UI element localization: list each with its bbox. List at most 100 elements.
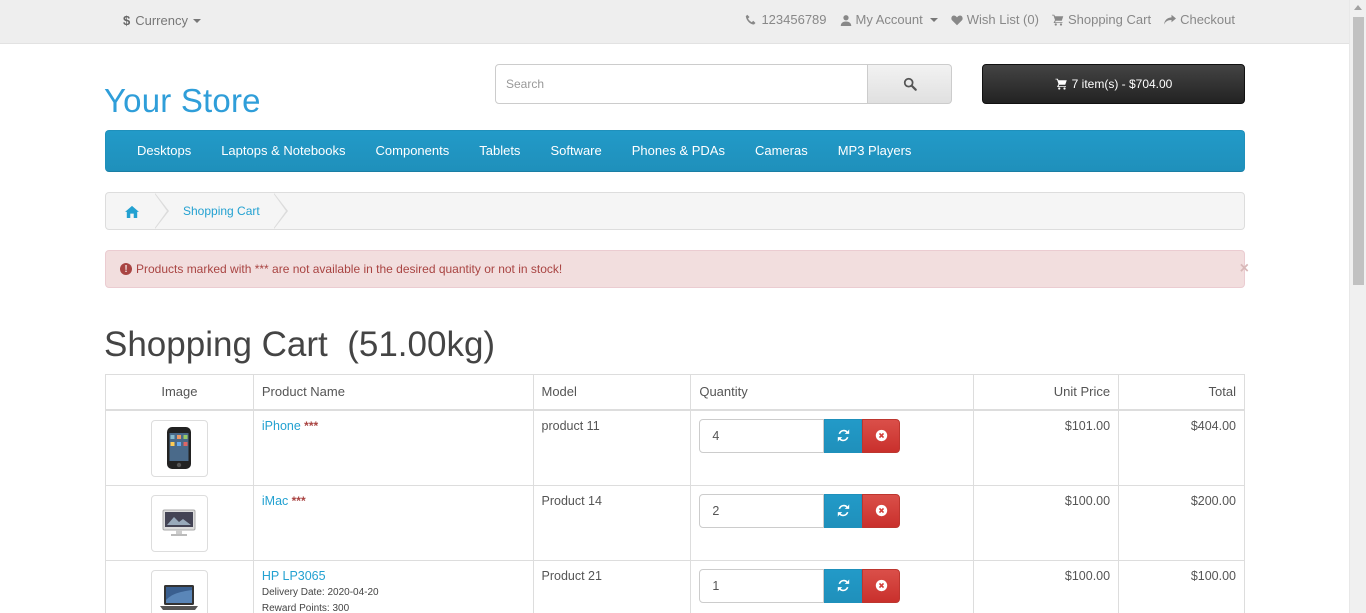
cart-summary-text: 7 item(s) - $704.00 xyxy=(1071,77,1173,91)
header-quantity: Quantity xyxy=(690,374,975,411)
menu-item-cameras[interactable]: Cameras xyxy=(740,131,823,171)
shopping-cart-link[interactable]: Shopping Cart xyxy=(1051,12,1152,27)
product-thumbnail-hp-lp3065[interactable] xyxy=(150,569,208,613)
header-product-name: Product Name xyxy=(252,374,534,411)
search-input[interactable] xyxy=(495,64,868,104)
iphone-image xyxy=(167,427,192,469)
user-icon xyxy=(840,14,851,26)
search-bar xyxy=(495,64,952,104)
currency-symbol: $ xyxy=(123,13,131,28)
imac-image xyxy=(162,509,196,536)
caret-down-icon xyxy=(192,18,201,23)
product-link-hp-lp3065[interactable]: HP LP3065 xyxy=(262,569,326,583)
currency-dropdown[interactable]: $ Currency xyxy=(123,13,201,28)
product-model: Product 21 xyxy=(541,568,602,583)
header-model: Model xyxy=(532,374,692,411)
update-quantity-button[interactable] xyxy=(824,568,863,603)
times-circle-icon xyxy=(875,579,888,592)
menu-item-software[interactable]: Software xyxy=(535,131,616,171)
menu-item-phones-pdas[interactable]: Phones & PDAs xyxy=(617,131,740,171)
close-alert-button[interactable]: × xyxy=(1240,260,1249,278)
line-total: $404.00 xyxy=(1190,418,1236,433)
phone-number: 123456789 xyxy=(761,12,827,27)
breadcrumb-shopping-cart[interactable]: Shopping Cart xyxy=(183,204,260,218)
home-icon xyxy=(125,205,139,218)
product-thumbnail-imac[interactable] xyxy=(150,494,208,552)
unit-price: $100.00 xyxy=(1064,493,1111,508)
product-link-iphone[interactable]: iPhone xyxy=(262,419,301,433)
page-scrollbar[interactable] xyxy=(1349,0,1366,613)
currency-label: Currency xyxy=(135,13,188,28)
quantity-input[interactable] xyxy=(699,418,825,453)
menu-item-desktops[interactable]: Desktops xyxy=(122,131,206,171)
refresh-icon xyxy=(837,429,850,442)
product-model: Product 14 xyxy=(541,493,602,508)
store-logo[interactable]: Your Store xyxy=(104,82,261,120)
quantity-group xyxy=(699,568,965,603)
search-icon xyxy=(903,77,917,91)
caret-down-icon xyxy=(929,17,938,22)
phone-icon xyxy=(746,14,756,24)
menu-item-laptops-notebooks[interactable]: Laptops & Notebooks xyxy=(206,131,360,171)
out-of-stock-flag: *** xyxy=(304,418,319,433)
product-link-imac[interactable]: iMac xyxy=(262,494,288,508)
times-circle-icon xyxy=(875,504,888,517)
cart-summary-button[interactable]: 7 item(s) - $704.00 xyxy=(982,64,1245,104)
wish-list-link[interactable]: Wish List (0) xyxy=(951,12,1039,27)
laptop-image xyxy=(160,585,199,610)
breadcrumb: Shopping Cart xyxy=(105,192,1245,230)
breadcrumb-separator xyxy=(272,193,294,229)
menu-item-tablets[interactable]: Tablets xyxy=(464,131,535,171)
scroll-up-arrow-icon[interactable] xyxy=(1354,5,1362,10)
page-title: Shopping Cart (51.00kg) xyxy=(104,325,496,364)
line-total: $200.00 xyxy=(1190,493,1236,508)
delivery-date: Delivery Date: 2020-04-20 xyxy=(261,586,379,598)
breadcrumb-home[interactable] xyxy=(106,193,158,229)
update-quantity-button[interactable] xyxy=(824,493,863,528)
phone-link[interactable]: 123456789 xyxy=(745,12,827,27)
my-account-label: My Account xyxy=(855,12,923,27)
refresh-icon xyxy=(837,579,850,592)
search-button[interactable] xyxy=(868,64,952,104)
refresh-icon xyxy=(837,504,850,517)
table-header-row: Image Product Name Model Quantity Unit P… xyxy=(105,374,1245,411)
header-unit-price: Unit Price xyxy=(973,374,1120,411)
breadcrumb-separator xyxy=(154,193,178,229)
line-total: $100.00 xyxy=(1190,568,1236,583)
cart-icon xyxy=(1051,14,1064,26)
product-thumbnail-iphone[interactable] xyxy=(150,419,208,477)
unit-price: $101.00 xyxy=(1064,418,1111,433)
table-row: iMac *** Product 14 $100.00 $200.00 xyxy=(105,484,1245,561)
header-total: Total xyxy=(1118,374,1245,411)
table-row: iPhone *** product 11 $101.00 $404.00 xyxy=(105,409,1245,486)
table-row: HP LP3065 Delivery Date: 2020-04-20 Rewa… xyxy=(105,559,1245,613)
remove-item-button[interactable] xyxy=(862,418,901,453)
quantity-group xyxy=(699,493,965,528)
unit-price: $100.00 xyxy=(1064,568,1111,583)
checkout-label: Checkout xyxy=(1180,12,1235,27)
alert-message: Products marked with *** are not availab… xyxy=(136,262,563,276)
top-bar: $ Currency 123456789 My Account Wish Lis… xyxy=(0,0,1349,44)
scroll-thumb[interactable] xyxy=(1353,17,1364,285)
menu-item-mp3-players[interactable]: MP3 Players xyxy=(823,131,927,171)
checkout-link[interactable]: Checkout xyxy=(1164,12,1235,27)
my-account-dropdown[interactable]: My Account xyxy=(840,12,938,27)
update-quantity-button[interactable] xyxy=(824,418,863,453)
heart-icon xyxy=(951,15,963,25)
share-icon xyxy=(1164,14,1177,24)
menu-item-components[interactable]: Components xyxy=(361,131,465,171)
quantity-input[interactable] xyxy=(699,493,825,528)
shopping-cart-label: Shopping Cart xyxy=(1067,12,1152,27)
times-circle-icon xyxy=(875,429,888,442)
cart-icon xyxy=(1055,78,1067,90)
stock-warning-alert: ! Products marked with *** are not avail… xyxy=(105,250,1249,288)
remove-item-button[interactable] xyxy=(862,568,901,603)
quantity-input[interactable] xyxy=(699,568,825,603)
remove-item-button[interactable] xyxy=(862,493,901,528)
cart-table: Image Product Name Model Quantity Unit P… xyxy=(105,374,1245,613)
wish-list-label: Wish List (0) xyxy=(966,12,1039,27)
product-model: product 11 xyxy=(541,418,600,433)
top-links: 123456789 My Account Wish List (0) Shopp… xyxy=(745,12,1235,27)
header-image: Image xyxy=(105,374,254,411)
exclamation-circle-icon: ! xyxy=(120,263,132,275)
